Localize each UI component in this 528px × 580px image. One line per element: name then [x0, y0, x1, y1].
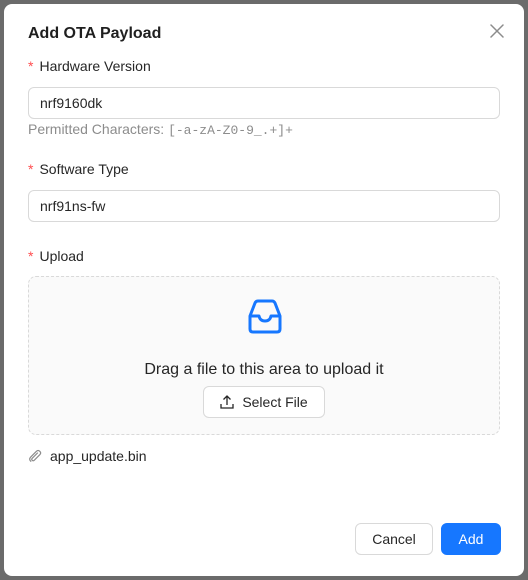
upload-icon [220, 395, 234, 409]
hardware-version-label-text: Hardware Version [39, 58, 151, 74]
hardware-version-input[interactable] [28, 87, 500, 119]
hardware-version-label: * Hardware Version [28, 58, 151, 74]
cancel-button[interactable]: Cancel [355, 523, 433, 555]
close-icon [490, 24, 504, 38]
upload-label: * Upload [28, 248, 84, 264]
software-type-label-text: Software Type [39, 161, 129, 177]
required-mark: * [28, 58, 34, 74]
add-button[interactable]: Add [441, 523, 501, 555]
help-pattern: [-a-zA-Z0-9_.+]+ [168, 123, 293, 138]
help-prefix: Permitted Characters: [28, 121, 165, 137]
required-mark: * [28, 248, 34, 264]
close-button[interactable] [486, 20, 508, 42]
add-ota-payload-dialog: Add OTA Payload * Hardware Version Permit… [4, 4, 524, 576]
paperclip-icon [29, 449, 42, 462]
upload-dropzone[interactable]: Drag a file to this area to upload it Se… [28, 276, 500, 435]
dropzone-hint: Drag a file to this area to upload it [144, 361, 384, 378]
required-mark: * [28, 161, 34, 177]
inbox-icon [248, 299, 282, 334]
uploaded-file-name: app_update.bin [50, 448, 147, 464]
uploaded-file-item[interactable]: app_update.bin [28, 445, 147, 467]
dialog-title: Add OTA Payload [28, 25, 162, 42]
select-file-button[interactable]: Select File [203, 386, 325, 418]
software-type-label: * Software Type [28, 161, 129, 177]
upload-label-text: Upload [39, 248, 84, 264]
software-type-input[interactable] [28, 190, 500, 222]
hardware-version-help: Permitted Characters: [-a-zA-Z0-9_.+]+ [28, 121, 293, 138]
select-file-label: Select File [242, 394, 308, 410]
